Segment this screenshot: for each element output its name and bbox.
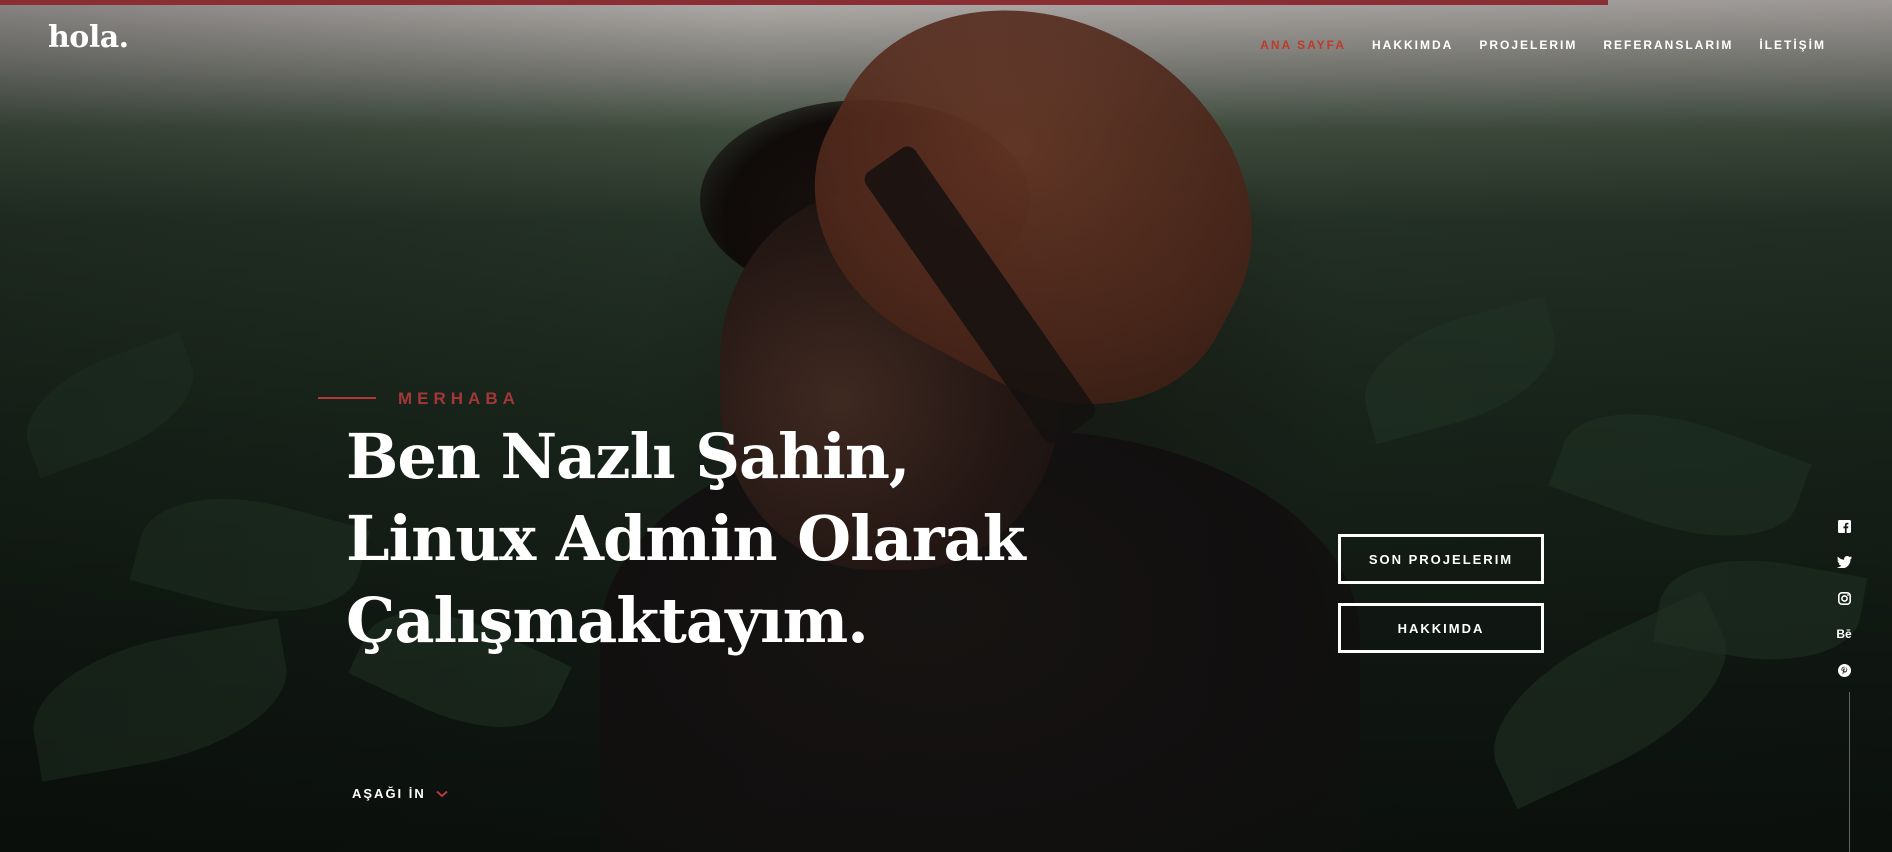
intro-divider <box>318 397 376 399</box>
hero-subtitle: MERHABA <box>398 389 520 408</box>
nav-item-about[interactable]: HAKKIMDA <box>1372 38 1453 52</box>
main-nav: ANA SAYFA HAKKIMDA PROJELERIM REFERANSLA… <box>1260 38 1826 52</box>
facebook-icon[interactable] <box>1836 518 1852 534</box>
scroll-down-link[interactable]: AŞAĞI İN <box>352 786 448 801</box>
chevron-down-icon <box>436 790 448 798</box>
social-divider-line <box>1849 692 1850 852</box>
nav-item-contact[interactable]: İLETİŞİM <box>1759 38 1826 52</box>
twitter-icon[interactable] <box>1836 554 1852 570</box>
about-button[interactable]: HAKKIMDA <box>1338 603 1544 653</box>
hero-headline: Ben Nazlı Şahin, Linux Admin Olarak Çalı… <box>346 420 1026 657</box>
latest-projects-button[interactable]: SON PROJELERIM <box>1338 534 1544 584</box>
progress-bar <box>0 0 1608 5</box>
behance-icon[interactable]: Bē <box>1836 626 1852 642</box>
nav-item-projects[interactable]: PROJELERIM <box>1479 38 1577 52</box>
social-links: Bē <box>1836 518 1852 678</box>
hero-section: hola. ANA SAYFA HAKKIMDA PROJELERIM REFE… <box>0 0 1892 852</box>
nav-item-references[interactable]: REFERANSLARIM <box>1603 38 1733 52</box>
nav-item-home[interactable]: ANA SAYFA <box>1260 38 1346 52</box>
instagram-icon[interactable] <box>1836 590 1852 606</box>
pinterest-icon[interactable] <box>1836 662 1852 678</box>
site-logo[interactable]: hola. <box>48 20 129 55</box>
scroll-down-label: AŞAĞI İN <box>352 786 426 801</box>
